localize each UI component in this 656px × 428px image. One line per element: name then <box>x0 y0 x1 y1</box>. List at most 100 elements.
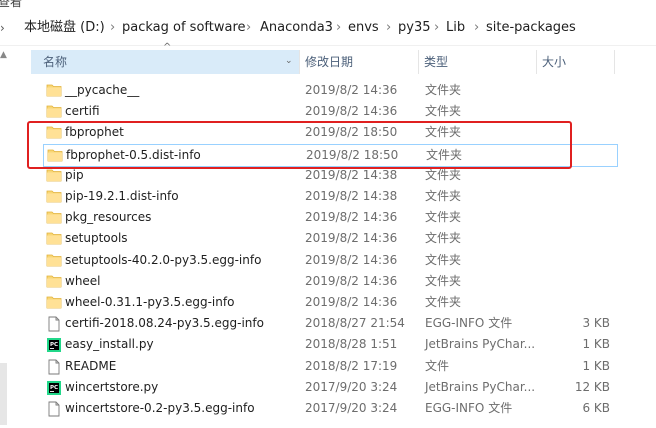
file-row[interactable]: setuptools-40.2.0-py3.5.egg-info 2019/8/2… <box>43 250 616 271</box>
folder-icon <box>46 83 62 97</box>
file-type: 文件夹 <box>425 210 462 225</box>
scroll-thumb[interactable] <box>0 363 7 425</box>
file-type: 文件夹 <box>425 189 462 203</box>
scroll-up-icon[interactable]: ▲ <box>0 50 7 60</box>
folder-icon <box>46 189 62 203</box>
breadcrumb-item[interactable]: Lib <box>446 20 465 36</box>
column-divider[interactable] <box>299 50 300 74</box>
file-name: easy_install.py <box>65 337 154 352</box>
file-name: certifi <box>65 104 100 119</box>
file-size: 1 KB <box>582 358 610 373</box>
file-row[interactable]: wincertstore-0.2-py3.5.egg-info 2017/9/20… <box>43 398 616 419</box>
file-date: 2019/8/2 14:36 <box>305 210 398 225</box>
view-menu-label[interactable]: 查看 <box>0 0 22 8</box>
svg-text:PC: PC <box>50 342 58 348</box>
breadcrumb-item[interactable]: py35 <box>398 20 431 36</box>
breadcrumb-item[interactable]: envs <box>348 20 379 36</box>
file-name: setuptools-40.2.0-py3.5.egg-info <box>65 252 262 267</box>
file-size: 6 KB <box>582 401 610 415</box>
folder-icon <box>46 231 62 245</box>
breadcrumb-separator-icon[interactable]: › <box>336 20 341 36</box>
breadcrumb-separator-icon[interactable]: › <box>110 20 115 36</box>
file-row[interactable]: wheel-0.31.1-py3.5.egg-info 2019/8/2 14:3… <box>43 292 616 313</box>
folder-icon <box>46 295 62 309</box>
column-header-date[interactable]: 修改日期 <box>305 50 353 74</box>
svg-text:PC: PC <box>50 385 58 391</box>
file-type: 文件夹 <box>425 252 462 267</box>
folder-icon <box>46 210 62 224</box>
breadcrumb-separator-icon[interactable]: › <box>474 20 479 36</box>
folder-icon <box>46 104 62 118</box>
column-header-row: 名称 修改日期 类型 大小 <box>28 50 628 74</box>
file-type: 文件夹 <box>425 83 462 97</box>
file-row[interactable]: setuptools 2019/8/2 14:36 文件夹 <box>43 228 616 249</box>
file-type: EGG-INFO 文件 <box>425 401 513 415</box>
file-date: 2017/9/20 3:24 <box>305 379 398 394</box>
pycharm-file-icon: PC <box>46 337 62 353</box>
file-name: pkg_resources <box>65 210 152 225</box>
file-name: wincertstore-0.2-py3.5.egg-info <box>65 401 255 415</box>
file-row[interactable]: README 2018/8/2 17:19 文件 1 KB <box>43 356 616 377</box>
file-type: 文件夹 <box>425 295 462 309</box>
file-name: README <box>65 358 117 373</box>
file-date: 2019/8/2 14:36 <box>305 83 398 97</box>
chevron-down-icon[interactable]: ⌄ <box>285 56 293 66</box>
file-type: JetBrains PyChar... <box>425 337 536 352</box>
file-row[interactable]: pip-19.2.1.dist-info 2019/8/2 14:38 文件夹 <box>43 186 616 207</box>
column-header-type[interactable]: 类型 <box>424 50 448 74</box>
file-row[interactable]: __pycache__ 2019/8/2 14:36 文件夹 <box>43 80 616 101</box>
column-divider[interactable] <box>418 50 419 74</box>
file-date: 2019/8/2 14:36 <box>305 252 398 267</box>
annotation-highlight-box <box>27 121 572 169</box>
folder-icon <box>46 274 62 288</box>
column-divider[interactable] <box>614 50 615 74</box>
file-row[interactable]: certifi-2018.08.24-py3.5.egg-info 2018/8/… <box>43 313 616 334</box>
file-name: wheel-0.31.1-py3.5.egg-info <box>65 295 235 309</box>
file-type: 文件 <box>425 358 450 373</box>
file-icon <box>46 401 62 417</box>
breadcrumb-item[interactable]: Anaconda3 <box>260 20 333 36</box>
file-type: 文件夹 <box>425 273 462 288</box>
file-list-scrollbar[interactable] <box>646 46 656 428</box>
breadcrumb-separator-icon[interactable]: › <box>434 20 439 36</box>
file-date: 2019/8/2 14:38 <box>305 189 398 203</box>
breadcrumb-item[interactable]: packag of software <box>122 20 246 36</box>
file-name: wheel <box>65 273 101 288</box>
file-date: 2017/9/20 3:24 <box>305 401 398 415</box>
file-name: certifi-2018.08.24-py3.5.egg-info <box>65 316 264 331</box>
file-row[interactable]: certifi 2019/8/2 14:36 文件夹 <box>43 101 616 122</box>
file-type: 文件夹 <box>425 231 462 246</box>
file-row[interactable]: wheel 2019/8/2 14:36 文件夹 <box>43 271 616 292</box>
breadcrumb-item[interactable]: 本地磁盘 (D:) <box>24 20 105 36</box>
file-date: 2019/8/2 14:36 <box>305 231 398 246</box>
pycharm-file-icon: PC <box>46 380 62 395</box>
file-type: JetBrains PyChar... <box>425 379 536 394</box>
column-header-name[interactable]: 名称 <box>43 50 67 74</box>
file-row[interactable]: PC wincertstore.py 2017/9/20 3:24 JetBrains… <box>43 377 616 398</box>
file-icon <box>46 359 62 375</box>
breadcrumb-separator-icon[interactable]: › <box>246 20 251 36</box>
file-date: 2019/8/2 14:36 <box>305 295 398 309</box>
file-date: 2018/8/27 21:54 <box>305 316 405 331</box>
breadcrumb-separator-icon[interactable]: › <box>386 20 391 36</box>
file-name: setuptools <box>65 231 128 246</box>
file-date: 2018/8/28 1:51 <box>305 337 398 352</box>
file-size: 3 KB <box>582 316 610 331</box>
column-divider[interactable] <box>536 50 537 74</box>
column-header-size[interactable]: 大小 <box>542 50 566 74</box>
breadcrumb[interactable]: › 本地磁盘 (D:) › packag of software › Anaconda3… <box>0 11 656 46</box>
file-icon <box>46 316 62 332</box>
file-size: 12 KB <box>574 379 610 394</box>
breadcrumb-item[interactable]: site-packages <box>486 20 576 36</box>
file-row[interactable]: pkg_resources 2019/8/2 14:36 文件夹 <box>43 207 616 228</box>
file-row[interactable]: PC easy_install.py 2018/8/28 1:51 JetBrains… <box>43 334 616 355</box>
folder-icon <box>46 168 62 182</box>
file-name: wincertstore.py <box>65 379 159 394</box>
file-date: 2018/8/2 17:19 <box>305 358 398 373</box>
folder-icon <box>46 253 62 267</box>
file-size: 1 KB <box>582 337 610 352</box>
file-name: pip-19.2.1.dist-info <box>65 189 179 203</box>
nav-chevron-icon[interactable]: › <box>0 20 5 36</box>
nav-pane-scrollbar[interactable]: ▲ <box>0 46 10 428</box>
toolbar-remnant: 查看 <box>0 0 656 8</box>
